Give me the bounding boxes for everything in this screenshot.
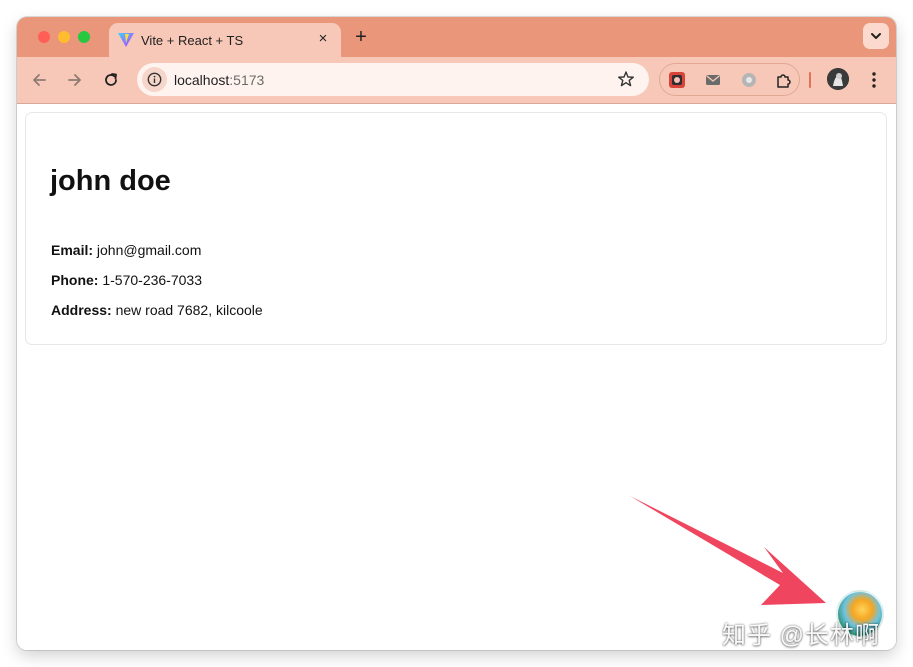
chevron-down-icon [871,33,881,39]
browser-toolbar: localhost:5173 [17,57,896,104]
url-host: localhost [174,72,230,88]
address-label: Address: [51,302,112,318]
new-tab-button[interactable]: + [352,27,370,47]
avatar-icon [827,68,849,90]
user-name-heading: john doe [50,165,171,197]
profile-card: john doe Email: john@gmail.com Phone: 1-… [25,112,887,345]
email-value: john@gmail.com [96,242,202,258]
extension-red-icon[interactable] [668,71,686,89]
url-port: :5173 [229,72,265,88]
forward-arrow-icon[interactable] [66,71,84,89]
address-bar[interactable]: localhost:5173 [137,63,649,96]
address-value: new road 7682, kilcoole [115,302,263,318]
more-menu-icon[interactable] [865,70,883,90]
tab-search-button[interactable] [863,23,889,49]
profile-avatar[interactable] [827,68,849,90]
info-icon [147,72,162,87]
vite-logo-icon [118,33,134,47]
phone-value: 1-570-236-7033 [102,272,202,288]
bookmark-star-icon[interactable] [617,70,635,88]
tab-close-icon[interactable]: × [315,31,331,47]
watermark-text: 知乎 @长林啊 [722,622,881,649]
phone-row: Phone: 1-570-236-7033 [51,272,202,288]
browser-window: Vite + React + TS × + localhost:5173 joh… [17,17,896,650]
back-arrow-icon[interactable] [30,71,48,89]
mail-icon[interactable] [704,71,722,89]
active-tab[interactable]: Vite + React + TS × [109,23,341,57]
site-info-button[interactable] [142,67,167,92]
phone-label: Phone: [51,272,99,288]
extensions-puzzle-icon[interactable] [775,71,793,89]
extensions-group [659,63,800,96]
extension-gray-icon[interactable] [740,71,758,89]
close-window-button[interactable] [38,31,50,43]
email-row: Email: john@gmail.com [51,242,201,258]
zoom-window-button[interactable] [78,31,90,43]
email-label: Email: [51,242,94,258]
tab-strip: Vite + React + TS × + [17,17,896,57]
toolbar-divider [809,72,811,88]
page-viewport: john doe Email: john@gmail.com Phone: 1-… [17,104,896,650]
reload-icon[interactable] [102,71,120,89]
address-row: Address: new road 7682, kilcoole [51,302,263,318]
tab-title: Vite + React + TS [141,33,244,48]
minimize-window-button[interactable] [58,31,70,43]
url-text: localhost:5173 [174,72,264,88]
